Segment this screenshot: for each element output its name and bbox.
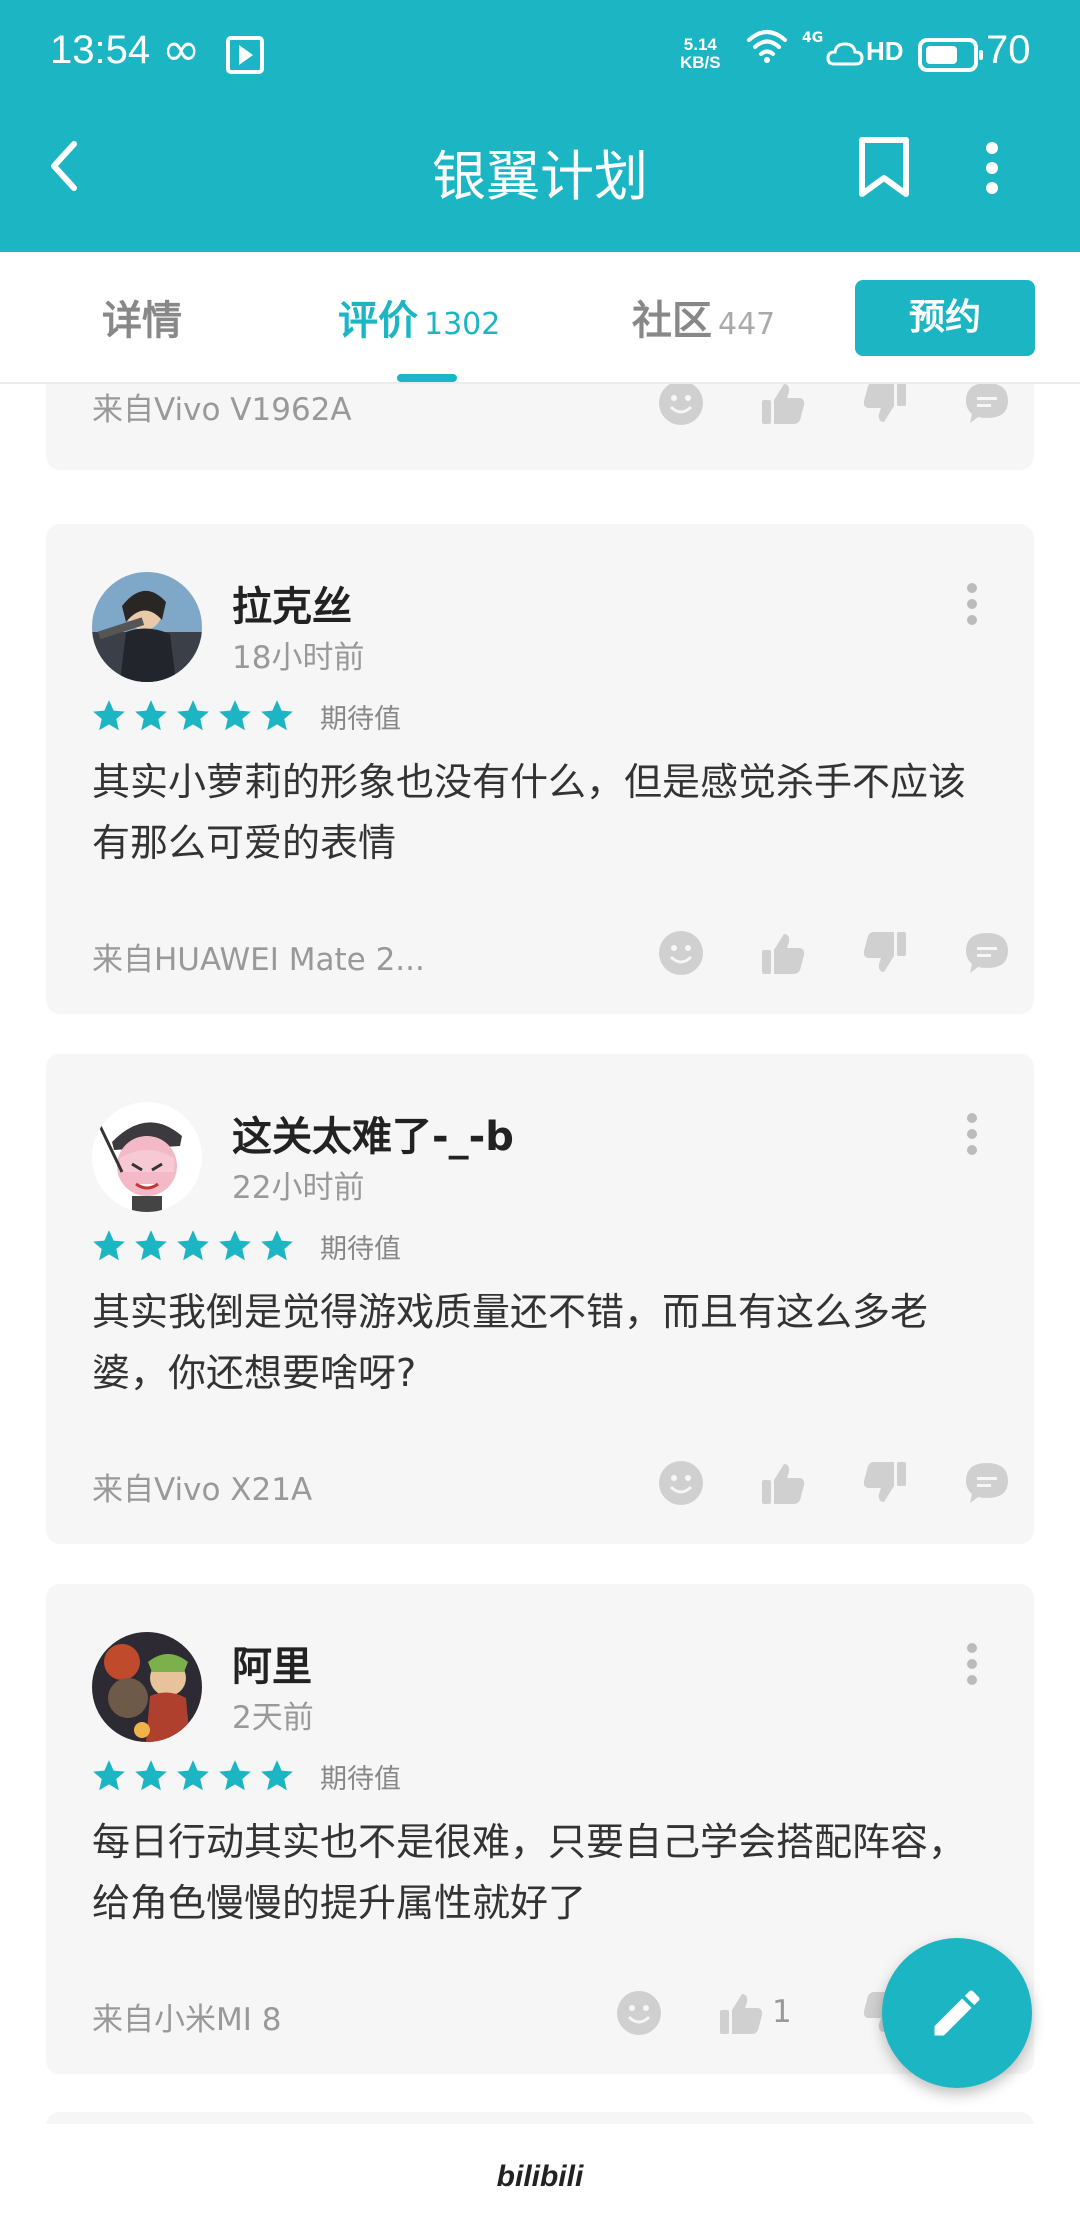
wifi-icon (747, 30, 787, 63)
comment-icon[interactable] (964, 1460, 1010, 1506)
star-icon (261, 1230, 293, 1261)
thumb-up-icon[interactable] (760, 384, 806, 426)
star-icon (219, 1230, 251, 1261)
bookmark-icon[interactable] (856, 136, 912, 200)
tab-reviews[interactable]: 评价 1302 (338, 288, 500, 346)
star-icon (135, 1230, 167, 1261)
review-actions: 来自Vivo V1962A (92, 384, 1012, 430)
star-icon (177, 700, 209, 731)
community-count: 447 (718, 307, 776, 342)
like-count: 1 (772, 1994, 792, 2030)
star-icon (93, 1230, 125, 1261)
weather-icon (826, 42, 864, 66)
avatar[interactable] (92, 1102, 202, 1212)
star-icon (177, 1760, 209, 1791)
review-count: 1302 (424, 307, 501, 342)
app-bar: 13:54 ∞ 5.14 KB/S 4G HD 70 银翼计划 (0, 0, 1080, 252)
edit-icon (934, 1990, 980, 2036)
expectation-label: 期待值 (320, 1763, 401, 1795)
star-icon (177, 1230, 209, 1261)
review-actions: 来自Vivo X21A (92, 1460, 1012, 1510)
review-username[interactable]: 这关太难了-_-b (232, 1104, 514, 1162)
review-card-partial: 来自Vivo V1962A (46, 384, 1034, 470)
review-username[interactable]: 拉克丝 (232, 574, 352, 632)
tab-community[interactable]: 社区 447 (632, 288, 775, 346)
expectation-label: 期待值 (320, 703, 401, 735)
review-card: 拉克丝 18小时前 期待值 其实小萝莉的形象也没有什么，但是感觉杀手不应该有那么… (46, 524, 1034, 1014)
play-store-icon (226, 36, 264, 74)
review-text[interactable]: 其实我倒是觉得游戏质量还不错，而且有这么多老婆，你还想要啥呀? (92, 1282, 992, 1404)
star-icon (261, 1760, 293, 1791)
tab-details[interactable]: 详情 (102, 288, 182, 346)
review-username[interactable]: 阿里 (232, 1634, 312, 1692)
review-device: 来自小米MI 8 (92, 2002, 282, 2038)
star-icon (93, 1760, 125, 1791)
star-rating: 期待值 (90, 1226, 401, 1266)
emoji-icon[interactable] (658, 384, 704, 426)
write-review-button[interactable] (882, 1938, 1032, 2088)
star-icon (261, 700, 293, 731)
review-device: 来自Vivo X21A (92, 1472, 313, 1508)
review-time: 18小时前 (232, 640, 365, 676)
star-icon (135, 1760, 167, 1791)
status-time: 13:54 (50, 28, 151, 72)
emoji-icon[interactable] (616, 1990, 662, 2036)
more-vert-icon[interactable] (982, 140, 1002, 200)
review-actions: 来自小米MI 8 1 (92, 1990, 1012, 2040)
more-vert-icon[interactable] (966, 1642, 978, 1686)
thumb-up-icon[interactable] (718, 1990, 764, 2036)
bottom-bar: bilibili (0, 2124, 1080, 2232)
hd-indicator: HD (866, 36, 904, 66)
infinity-icon: ∞ (162, 22, 201, 76)
comment-icon[interactable] (964, 930, 1010, 976)
emoji-icon[interactable] (658, 930, 704, 976)
thumb-down-icon[interactable] (862, 930, 908, 976)
star-icon (219, 700, 251, 731)
reserve-button[interactable]: 预约 (855, 280, 1035, 356)
review-time: 22小时前 (232, 1170, 365, 1206)
more-vert-icon[interactable] (966, 582, 978, 626)
review-text[interactable]: 每日行动其实也不是很难，只要自己学会搭配阵容，给角色慢慢的提升属性就好了 (92, 1812, 992, 1934)
net-speed: 5.14 KB/S (680, 35, 721, 72)
comment-icon[interactable] (964, 384, 1010, 426)
star-icon (93, 700, 125, 731)
page-title: 银翼计划 (432, 145, 648, 208)
star-icon (135, 700, 167, 731)
thumb-up-icon[interactable] (760, 930, 806, 976)
avatar[interactable] (92, 1632, 202, 1742)
review-actions: 来自HUAWEI Mate 2... (92, 930, 1012, 980)
tab-indicator (397, 374, 457, 382)
review-device: 来自HUAWEI Mate 2... (92, 942, 425, 978)
network-type: 4G (802, 30, 824, 46)
review-text[interactable]: 其实小萝莉的形象也没有什么，但是感觉杀手不应该有那么可爱的表情 (92, 752, 992, 874)
thumb-up-icon[interactable] (760, 1460, 806, 1506)
thumb-down-icon[interactable] (862, 384, 908, 426)
star-rating: 期待值 (90, 1756, 401, 1796)
more-vert-icon[interactable] (966, 1112, 978, 1156)
review-device: 来自Vivo V1962A (92, 392, 352, 428)
emoji-icon[interactable] (658, 1460, 704, 1506)
battery-level: 70 (986, 28, 1031, 72)
expectation-label: 期待值 (320, 1233, 401, 1265)
review-card: 这关太难了-_-b 22小时前 期待值 其实我倒是觉得游戏质量还不错，而且有这么… (46, 1054, 1034, 1544)
review-time: 2天前 (232, 1700, 314, 1736)
thumb-down-icon[interactable] (862, 1460, 908, 1506)
bilibili-logo: bilibili (496, 2160, 584, 2193)
star-icon (219, 1760, 251, 1791)
battery-icon (918, 38, 983, 72)
star-rating: 期待值 (90, 696, 401, 736)
review-card-partial (46, 2112, 1034, 2124)
status-bar: 13:54 ∞ 5.14 KB/S 4G HD 70 (0, 0, 1080, 110)
avatar[interactable] (92, 572, 202, 682)
review-list[interactable]: 来自Vivo V1962A 拉克丝 18小时前 期待值 其实小萝莉的形象也没有什… (0, 384, 1080, 2124)
